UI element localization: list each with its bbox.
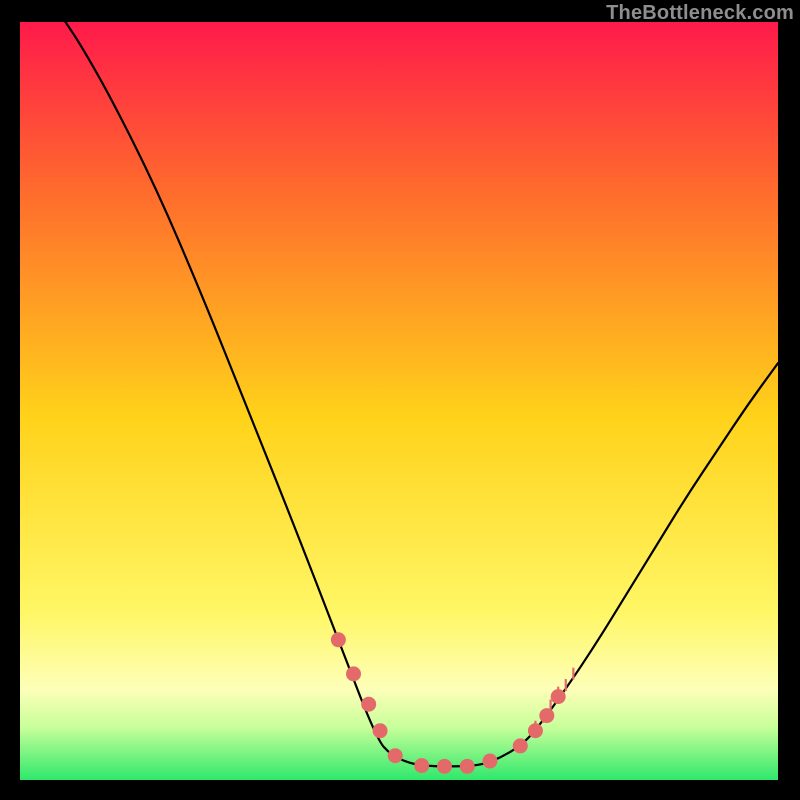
marker-dot <box>460 759 475 774</box>
page-root: TheBottleneck.com <box>0 0 800 800</box>
chart-background-gradient <box>20 22 778 780</box>
marker-dot <box>388 748 403 763</box>
marker-dot <box>437 759 452 774</box>
marker-dot <box>373 723 388 738</box>
marker-dot <box>331 632 346 647</box>
chart-svg <box>20 22 778 780</box>
marker-dot <box>539 708 554 723</box>
marker-dot <box>482 754 497 769</box>
chart-container <box>20 22 778 780</box>
marker-dot <box>414 758 429 773</box>
marker-dot <box>513 738 528 753</box>
marker-dot <box>361 697 376 712</box>
marker-dot <box>346 666 361 681</box>
